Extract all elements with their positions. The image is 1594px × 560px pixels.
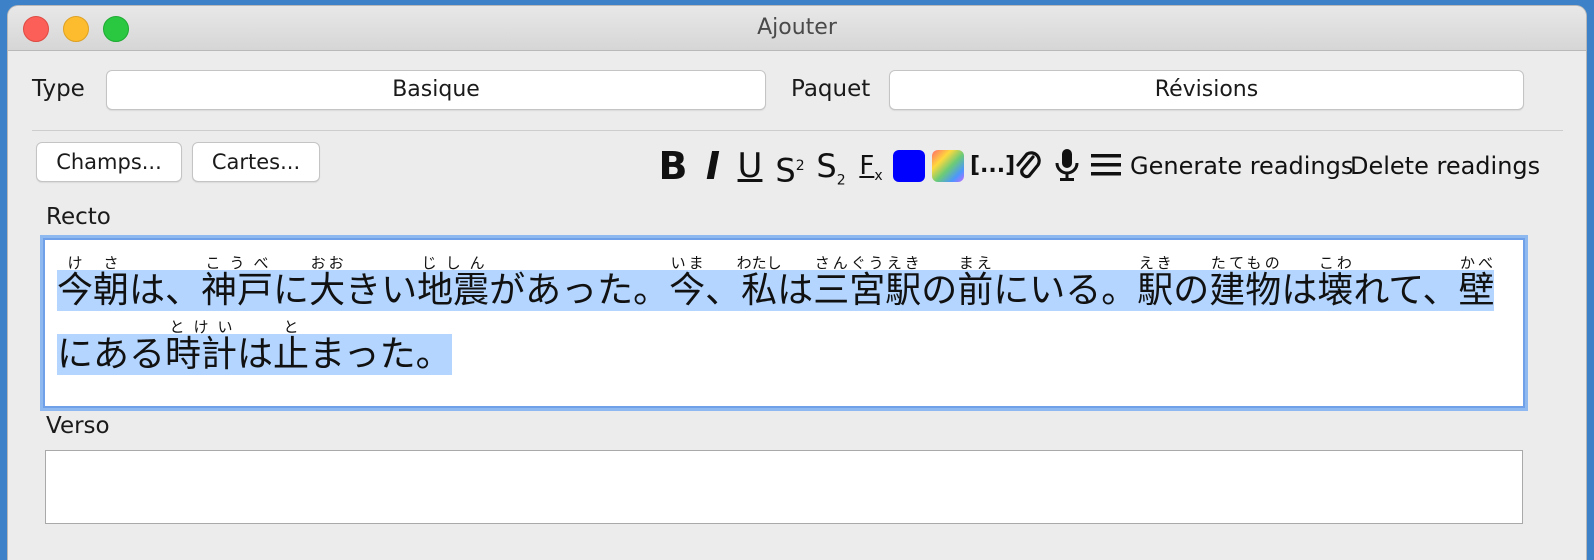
kana-text: にいる。	[993, 270, 1138, 311]
record-audio-button[interactable]	[1051, 144, 1083, 188]
kanji-base: 神戸	[201, 270, 274, 311]
back-field-label: Verso	[46, 413, 110, 439]
kana-text: にある	[57, 334, 166, 375]
kana-text: は、	[129, 270, 202, 311]
furigana-reading: えき	[1137, 254, 1174, 272]
menu-icon	[1091, 154, 1121, 176]
kanji-base: 大	[309, 270, 346, 311]
furigana-reading: まえ	[957, 254, 994, 272]
superscript-button[interactable]: S2	[771, 144, 809, 190]
delete-readings-button[interactable]: Delete readings	[1350, 144, 1540, 188]
furigana-reading: わたし	[736, 254, 782, 272]
furigana-word: 三宮さんぐう	[813, 254, 886, 311]
title-bar: Ajouter	[8, 6, 1586, 51]
furigana-reading: けさ	[57, 254, 130, 272]
divider	[32, 130, 1563, 131]
kana-text: の	[921, 270, 958, 311]
kanji-base: 今	[669, 270, 706, 311]
kanji-base: 前	[957, 270, 994, 311]
kana-text: は	[237, 334, 274, 375]
kana-text: きい	[345, 270, 418, 311]
furigana-reading: さんぐう	[813, 254, 886, 272]
window-title: Ajouter	[757, 15, 837, 40]
kana-text: まった。	[309, 334, 452, 375]
furigana-reading: かべ	[1458, 254, 1495, 272]
kana-text: は	[1281, 270, 1318, 311]
kana-text: れて、	[1353, 270, 1459, 311]
note-type-label: Type	[32, 76, 85, 102]
kanji-base: 壁	[1458, 270, 1495, 311]
furigana-reading: と	[273, 318, 310, 336]
furigana-reading: こわ	[1317, 254, 1354, 272]
furigana-reading: こうべ	[201, 254, 274, 272]
generate-readings-button[interactable]: Generate readings	[1130, 144, 1353, 188]
cloze-button[interactable]: [...]	[970, 144, 1015, 188]
change-color-button[interactable]	[932, 150, 964, 182]
furigana-reading: おお	[309, 254, 346, 272]
furigana-reading: たてもの	[1209, 254, 1282, 272]
kanji-base: 時計	[165, 334, 238, 375]
more-options-button[interactable]	[1088, 144, 1124, 188]
kana-text: があった。	[489, 270, 670, 311]
add-note-window: Ajouter Type Basique Paquet Révisions Ch…	[8, 6, 1586, 560]
furigana-word: 今いま	[669, 254, 706, 311]
furigana-word: 地震じしん	[417, 254, 490, 311]
furigana-word: 駅えき	[885, 254, 922, 311]
furigana-reading: えき	[885, 254, 922, 272]
furigana-word: 壊こわ	[1317, 254, 1354, 311]
deck-selector[interactable]: Révisions	[889, 70, 1524, 110]
subscript-glyph: 2	[836, 172, 846, 189]
bold-button[interactable]: B	[656, 144, 690, 188]
underline-button[interactable]: U	[734, 144, 766, 188]
kanji-base: 今朝	[57, 270, 130, 311]
deck-label: Paquet	[791, 76, 871, 102]
subscript-button[interactable]: S2	[812, 144, 850, 188]
subscript-label: S	[816, 147, 837, 185]
microphone-icon	[1055, 149, 1079, 181]
front-field-label: Recto	[46, 204, 111, 230]
kanji-base: 建物	[1209, 270, 1282, 311]
front-field-editor[interactable]: 今朝けさは、神戸こうべに大おおきい地震じしんがあった。今いま、私わたしは三宮さん…	[43, 238, 1525, 408]
kanji-base: 地震	[417, 270, 490, 311]
kanji-base: 止	[273, 334, 310, 375]
back-field-editor[interactable]	[45, 450, 1523, 524]
furigana-word: 建物たてもの	[1209, 254, 1282, 311]
furigana-word: 神戸こうべ	[201, 254, 274, 311]
kanji-base: 私	[736, 270, 782, 311]
kanji-base: 駅	[1137, 270, 1174, 311]
furigana-word: 大おお	[309, 254, 346, 311]
furigana-word: 壁かべ	[1458, 254, 1495, 311]
kana-text: の	[1173, 270, 1210, 311]
superscript-label: S	[775, 151, 796, 190]
kana-text: は	[777, 270, 814, 311]
kana-text: に	[273, 270, 310, 311]
clear-format-label: F	[859, 151, 875, 181]
italic-button[interactable]: I	[698, 144, 728, 188]
text-color-button[interactable]	[893, 150, 925, 182]
fields-button[interactable]: Champs...	[36, 142, 182, 182]
kanji-base: 三宮	[813, 270, 886, 311]
kanji-base: 壊	[1317, 270, 1354, 311]
furigana-word: 今朝けさ	[57, 254, 130, 311]
selected-text: 今朝けさは、神戸こうべに大おおきい地震じしんがあった。今いま、私わたしは三宮さん…	[57, 254, 1495, 375]
front-field-text: 今朝けさは、神戸こうべに大おおきい地震じしんがあった。今いま、私わたしは三宮さん…	[57, 254, 1507, 387]
attach-button[interactable]	[1010, 144, 1046, 188]
furigana-word: 時計とけい	[165, 318, 238, 375]
furigana-word: 前まえ	[957, 254, 994, 311]
furigana-reading: いま	[669, 254, 706, 272]
furigana-reading: じしん	[417, 254, 490, 272]
furigana-word: 私わたし	[737, 254, 782, 311]
clear-format-button[interactable]: Fx	[853, 144, 889, 188]
kanji-base: 駅	[885, 270, 922, 311]
furigana-reading: とけい	[165, 318, 238, 336]
clear-format-x: x	[874, 168, 883, 185]
cards-button[interactable]: Cartes...	[192, 142, 320, 182]
paperclip-icon	[1016, 151, 1041, 179]
furigana-word: 駅えき	[1137, 254, 1174, 311]
superscript-glyph: 2	[795, 158, 805, 174]
furigana-word: 止と	[273, 318, 310, 375]
note-type-selector[interactable]: Basique	[106, 70, 766, 110]
